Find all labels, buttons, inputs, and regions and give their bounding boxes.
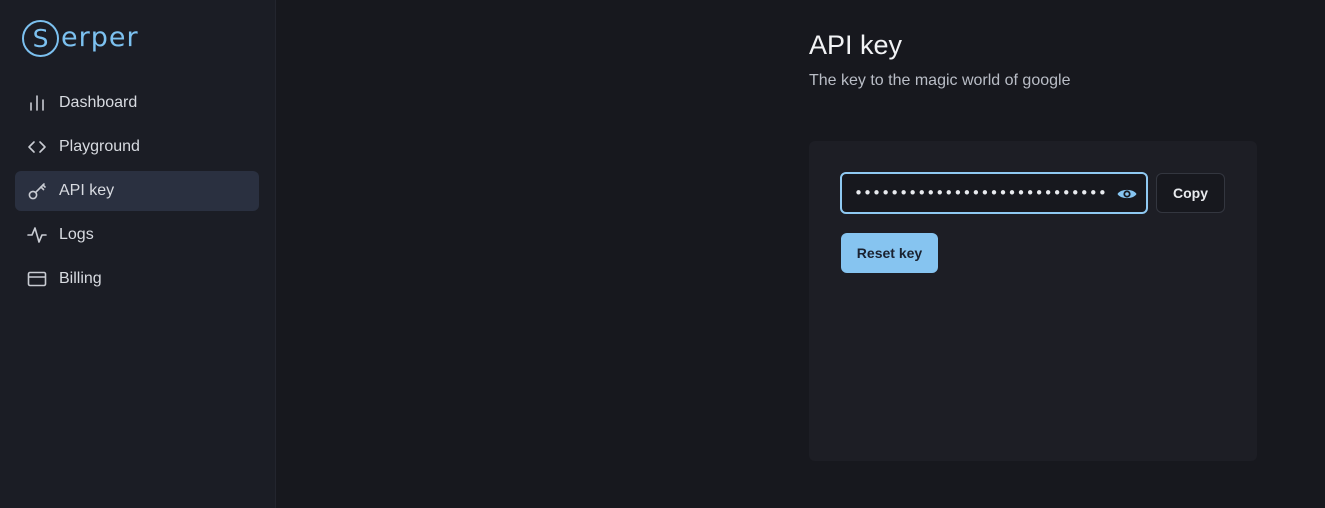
serper-logo[interactable]: S erper bbox=[22, 19, 139, 57]
sidebar-nav: Dashboard Playground API key Logs Billin… bbox=[15, 83, 259, 303]
sidebar-item-playground[interactable]: Playground bbox=[15, 127, 259, 167]
page-title: API key bbox=[809, 30, 903, 60]
sidebar-item-label: Logs bbox=[59, 226, 94, 243]
bar-chart-icon bbox=[27, 93, 47, 113]
api-key-value[interactable]: •••••••••••••••••••••••••••••••• bbox=[854, 184, 1106, 202]
api-key-card: •••••••••••••••••••••••••••••••• Copy Re… bbox=[809, 141, 1257, 461]
sidebar-item-logs[interactable]: Logs bbox=[15, 215, 259, 255]
sidebar-item-label: Billing bbox=[59, 270, 102, 287]
code-icon bbox=[27, 137, 47, 157]
copy-button[interactable]: Copy bbox=[1156, 173, 1225, 213]
page-subtitle: The key to the magic world of google bbox=[809, 72, 1071, 89]
eye-icon[interactable] bbox=[1116, 183, 1138, 205]
sidebar-item-label: Dashboard bbox=[59, 94, 138, 111]
api-key-field[interactable]: •••••••••••••••••••••••••••••••• bbox=[840, 172, 1148, 214]
sidebar-item-dashboard[interactable]: Dashboard bbox=[15, 83, 259, 123]
key-icon bbox=[27, 181, 47, 201]
sidebar-item-label: API key bbox=[59, 182, 115, 199]
sidebar-item-label: Playground bbox=[59, 138, 140, 155]
sidebar-item-billing[interactable]: Billing bbox=[15, 259, 259, 299]
logo-mark: S bbox=[22, 19, 59, 57]
credit-card-icon bbox=[27, 269, 47, 289]
reset-key-button[interactable]: Reset key bbox=[841, 233, 938, 273]
logo-wordmark: erper bbox=[61, 21, 139, 53]
app-window: S erper Dashboard Playground API key Log… bbox=[0, 0, 1325, 508]
sidebar: S erper Dashboard Playground API key Log… bbox=[0, 0, 276, 508]
sidebar-item-api-key[interactable]: API key bbox=[15, 171, 259, 211]
activity-icon bbox=[27, 225, 47, 245]
